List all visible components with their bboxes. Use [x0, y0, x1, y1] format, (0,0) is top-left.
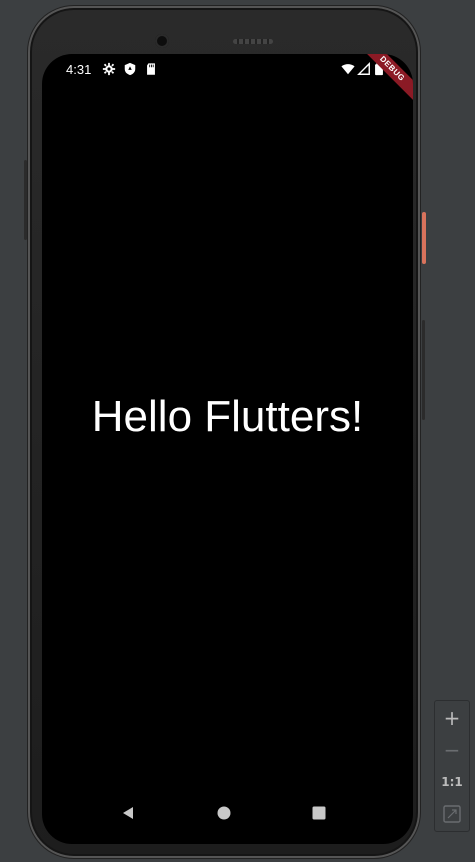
recents-square-icon[interactable] — [310, 804, 328, 822]
hello-text: Hello Flutters! — [91, 392, 364, 441]
status-time: 4:31 — [66, 62, 92, 77]
zoom-in-button[interactable]: + — [435, 703, 469, 733]
emulator-zoom-controls: + − 1:1 — [434, 700, 470, 832]
device-side-button-left[interactable] — [24, 160, 27, 240]
device-screen[interactable]: 4:31 DEBUG Hello Flutters! — [42, 54, 413, 844]
navigation-bar — [42, 796, 413, 830]
emulator-stage: 4:31 DEBUG Hello Flutters! + − 1:1 — [0, 0, 475, 862]
wifi-icon — [341, 64, 355, 75]
front-camera — [155, 34, 169, 48]
shield-icon — [124, 62, 136, 76]
volume-button[interactable] — [422, 320, 425, 420]
actual-size-button[interactable]: 1:1 — [435, 767, 469, 797]
sd-card-icon — [147, 63, 155, 75]
home-circle-icon[interactable] — [215, 804, 233, 822]
gear-icon — [102, 62, 116, 76]
signal-icon — [357, 62, 370, 75]
back-triangle-icon[interactable] — [119, 804, 137, 822]
status-bar: 4:31 DEBUG — [42, 54, 413, 106]
power-button[interactable] — [422, 212, 426, 264]
zoom-out-button[interactable]: − — [435, 735, 469, 765]
earpiece-speaker — [233, 39, 273, 44]
fit-screen-icon[interactable] — [435, 799, 469, 829]
